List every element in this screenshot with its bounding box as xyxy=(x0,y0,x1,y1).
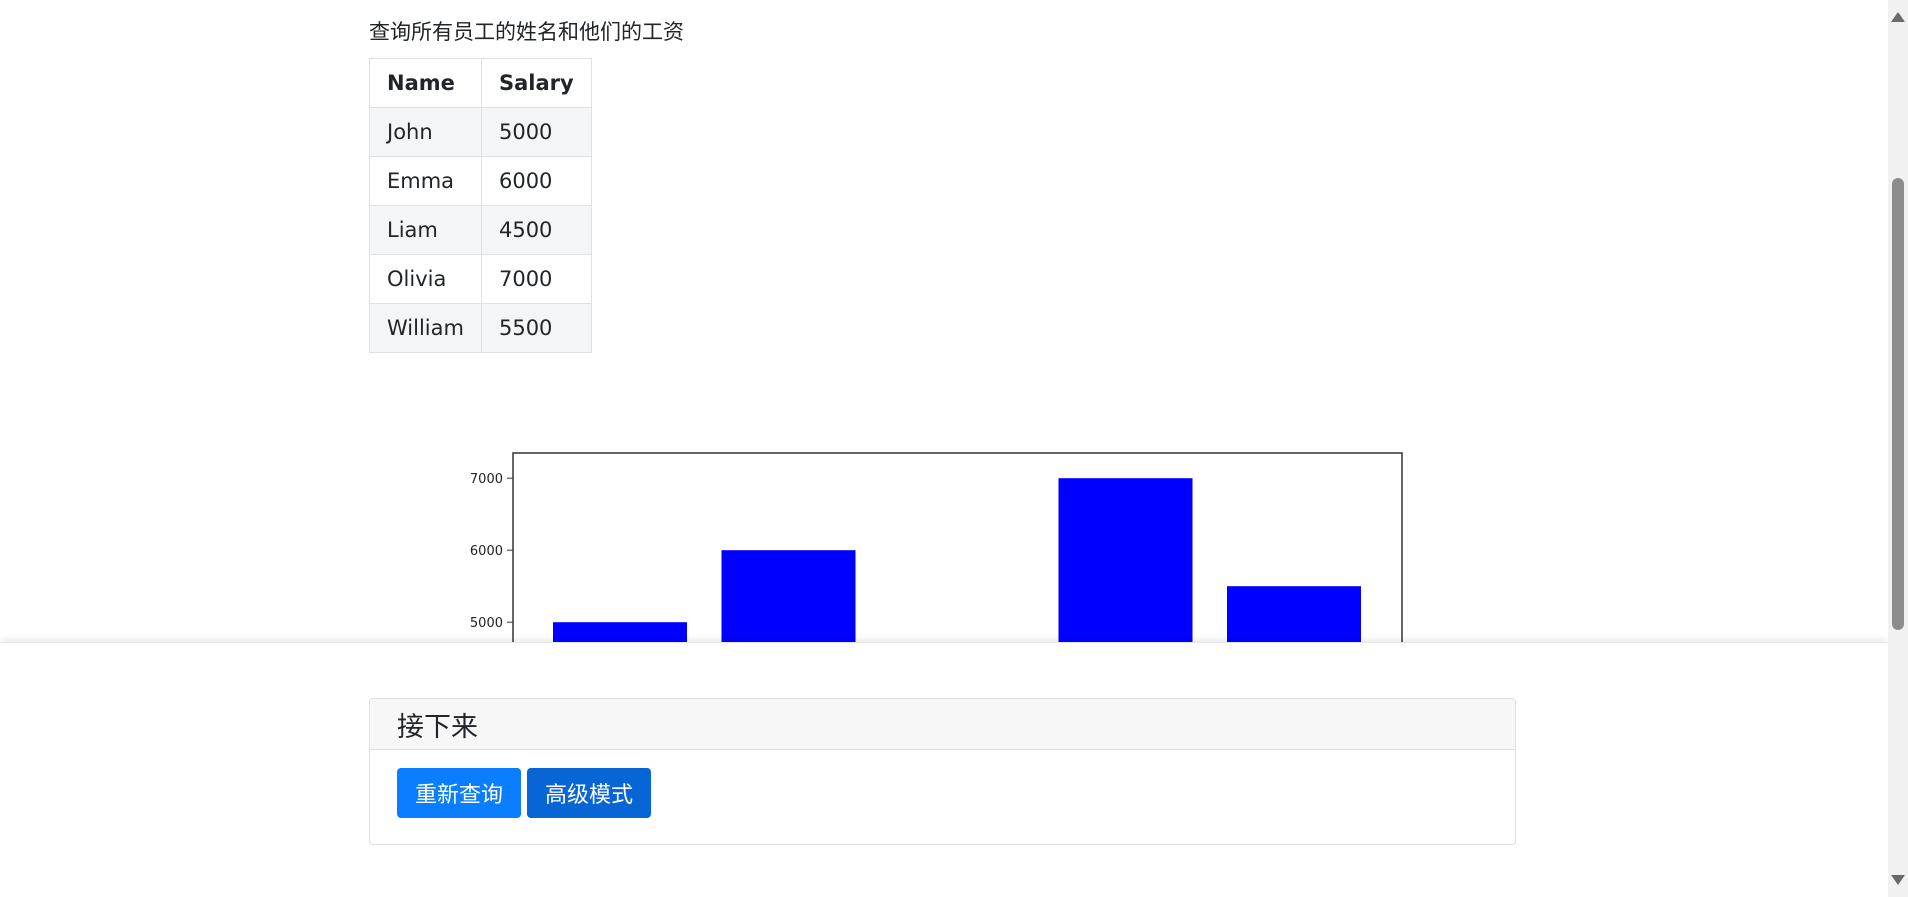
y-tick-label: 7000 xyxy=(470,472,503,487)
cell-salary: 7000 xyxy=(480,254,592,304)
results-scroll-area[interactable]: 查询所有员工的姓名和他们的工资 Name Salary John 5000 Em… xyxy=(0,0,1888,642)
cell-name: Liam xyxy=(369,205,482,255)
scroll-up-arrow-icon[interactable] xyxy=(1891,12,1905,22)
table-row: Olivia 7000 xyxy=(369,254,592,304)
cell-salary: 5000 xyxy=(480,107,592,157)
vertical-scrollbar[interactable] xyxy=(1888,0,1908,897)
table-header-row: Name Salary xyxy=(369,58,592,108)
table-row: John 5000 xyxy=(369,107,592,157)
salary-bar-chart: 5000 6000 7000 xyxy=(440,440,1420,642)
next-steps-panel: 接下来 重新查询 高级模式 xyxy=(0,642,1888,897)
column-header-name: Name xyxy=(369,58,482,108)
cell-salary: 6000 xyxy=(480,156,592,206)
query-title: 查询所有员工的姓名和他们的工资 xyxy=(369,20,684,44)
bar-olivia xyxy=(1058,478,1193,642)
y-tick-label: 5000 xyxy=(470,616,503,631)
cell-salary: 4500 xyxy=(480,205,592,255)
bar-john xyxy=(553,622,687,642)
result-table: Name Salary John 5000 Emma 6000 Liam 450… xyxy=(369,58,592,353)
table-row: Liam 4500 xyxy=(369,205,592,255)
card-header: 接下来 xyxy=(370,699,1515,750)
table-row: William 5500 xyxy=(369,303,592,353)
bar-emma xyxy=(721,550,856,642)
scrollbar-thumb[interactable] xyxy=(1892,178,1904,630)
y-tick-label: 6000 xyxy=(470,544,503,559)
advanced-mode-button[interactable]: 高级模式 xyxy=(527,768,652,818)
requery-button[interactable]: 重新查询 xyxy=(397,768,522,818)
table-row: Emma 6000 xyxy=(369,156,592,206)
scroll-down-arrow-icon[interactable] xyxy=(1891,875,1905,885)
cell-name: Emma xyxy=(369,156,482,206)
page: 查询所有员工的姓名和他们的工资 Name Salary John 5000 Em… xyxy=(0,0,1908,897)
cell-salary: 5500 xyxy=(480,303,592,353)
bar-william xyxy=(1227,586,1361,642)
cell-name: William xyxy=(369,303,482,353)
cell-name: Olivia xyxy=(369,254,482,304)
card-body: 重新查询 高级模式 xyxy=(370,750,1515,836)
cell-name: John xyxy=(369,107,482,157)
next-steps-card: 接下来 重新查询 高级模式 xyxy=(369,698,1516,845)
chart-svg: 5000 6000 7000 xyxy=(470,452,1403,642)
column-header-salary: Salary xyxy=(480,58,592,108)
